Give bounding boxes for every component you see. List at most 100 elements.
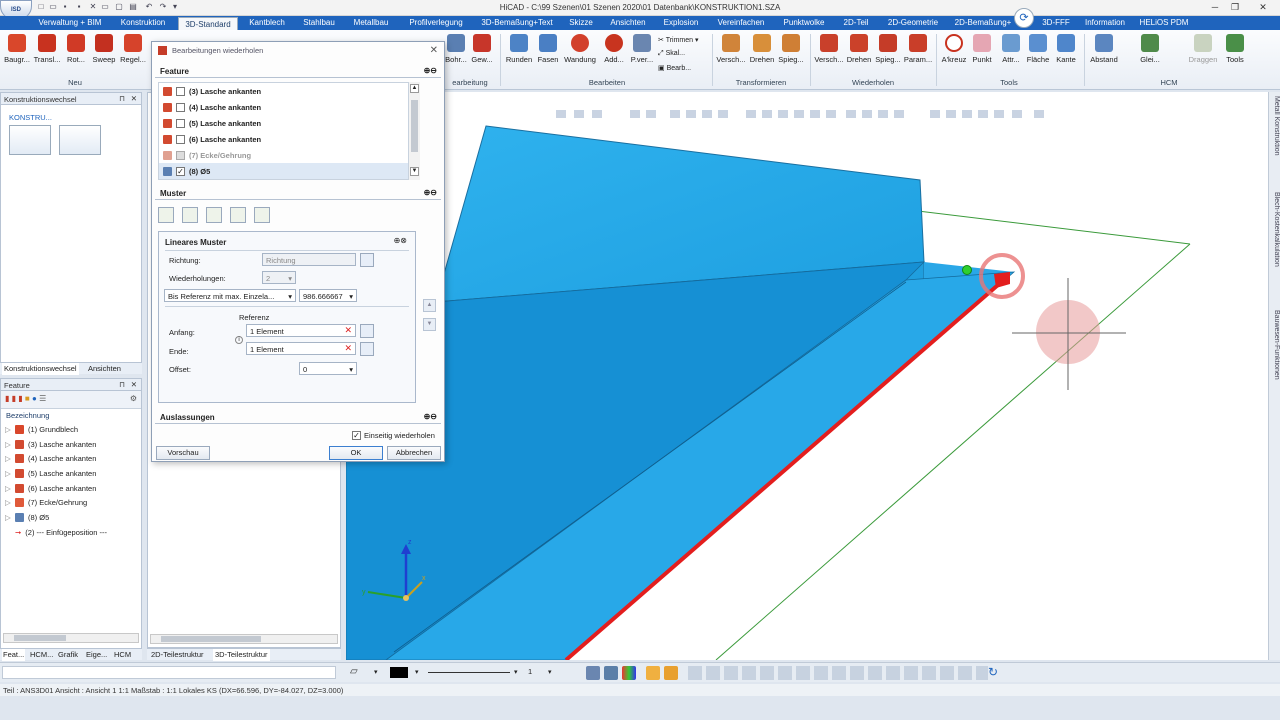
feature-tool-icon-4[interactable]: ■ [25,394,30,403]
scroll-down-icon[interactable]: ▼ [410,167,419,176]
transform-drehen-button[interactable]: Drehen [748,34,776,80]
dialog-feature-row-3[interactable]: (3) Lasche ankanten [159,83,419,99]
feature-list-scrollbar[interactable]: ▲ ▼ [408,82,420,180]
side-tab-metall-konstruktion[interactable]: Metall Konstruktion [1270,96,1280,156]
layer-tool-icon[interactable] [664,666,678,680]
pattern-circular-icon[interactable] [206,207,222,223]
command-input[interactable] [2,666,336,679]
tab-ansichten-panel[interactable]: Ansichten [88,363,121,375]
undo-icon[interactable]: ↶ [144,2,154,12]
open-icon[interactable]: ▭ [48,2,58,12]
tab-3d-bemassung-text[interactable]: 3D-Bemaßung+Text [476,16,558,30]
line-width-dropdown-icon[interactable]: ▾ [548,668,552,676]
tab-profilverlegung[interactable]: Profilverlegung [400,16,472,30]
tab-hcm-2[interactable]: HCM [114,649,131,661]
gewinde-button[interactable]: Gew... [470,34,494,80]
tab-konstruktion[interactable]: Konstruktion [112,16,174,30]
side-tab-blech-kostenkalkulation[interactable]: Blech-Kostenkalkulation [1270,192,1280,267]
auslassungen-expand-icon[interactable]: ⊕⊖ [424,412,437,421]
achsenkreuz-button[interactable]: A'kreuz [940,34,968,80]
pattern-rectangular-icon[interactable] [182,207,198,223]
ok-button[interactable]: OK [329,446,383,460]
line-style-preview[interactable] [428,672,510,673]
save-all-icon[interactable]: ▪ [74,2,84,12]
tab-verwaltung-bim[interactable]: Verwaltung + BIM [32,16,108,30]
fasen-button[interactable]: Fasen [535,34,561,80]
help-circle-icon[interactable]: ⟳ [1014,8,1034,28]
tree-label[interactable]: KONSTRU... [9,113,52,122]
offset-dropdown-icon[interactable]: ▾ [349,365,353,374]
repeat-drehen-button[interactable]: Drehen [845,34,873,80]
line-style-dropdown-icon[interactable]: ▾ [514,668,518,676]
tree-row-einfuegeposition[interactable]: ➞ (2) --- Einfügeposition --- [5,525,141,540]
distance-field[interactable]: 986.666667 ▾ [299,289,357,302]
attribute-button[interactable]: Attr... [997,34,1025,80]
auslassungen-section-header[interactable]: Auslassungen ⊕⊖ [155,412,441,424]
snap-toolbar-icons[interactable] [688,666,988,680]
folder-icon[interactable]: ▭ [100,2,110,12]
dialog-close-icon[interactable]: ✕ [430,45,438,56]
einseitig-checkbox-row[interactable]: ✓ Einseitig wiederholen [352,431,435,440]
anfang-clear-icon[interactable]: ✕ [344,325,352,336]
tab-ansichten[interactable]: Ansichten [604,16,652,30]
tab-konstruktionswechsel[interactable]: Konstruktionswechsel [2,363,79,375]
direction-arrow-icon[interactable] [994,272,1010,288]
tab-2d-geometrie[interactable]: 2D-Geometrie [880,16,946,30]
color-swatch[interactable] [390,667,408,678]
tab-2d-bemassung[interactable]: 2D-Bemaßung+ [950,16,1016,30]
minimize-button[interactable]: ─ [1208,2,1222,14]
tab-2d-teilestruktur[interactable]: 2D-Teilestruktur [151,649,204,661]
ende-field[interactable]: 1 Element ✕ [246,342,356,355]
print-icon[interactable]: ▤ [128,2,138,12]
feature-horizontal-scrollbar[interactable] [3,633,139,643]
checkbox-feature-4[interactable] [176,102,185,112]
punktverschiebung-button[interactable]: P.ver... [628,34,656,80]
checkbox-feature-6[interactable] [176,134,185,144]
tree-row-bohrung-5[interactable]: ▷ (8) Ø5 [5,510,141,525]
model-view[interactable]: z y x [346,92,1268,660]
tree-row-ecke-gehrung[interactable]: ▷ (7) Ecke/Gehrung [5,495,141,510]
tab-3d-teilestruktur[interactable]: 3D-Teilestruktur [213,649,270,661]
feature-close-icon[interactable]: ✕ [131,380,137,389]
shape-dropdown-icon[interactable]: ▾ [374,668,378,676]
feature-tool-icon-1[interactable]: ▮ [5,394,9,403]
close-button[interactable]: ✕ [1256,2,1270,14]
line-width-value[interactable]: 1 [528,667,532,676]
abbrechen-button[interactable]: Abbrechen [387,446,441,460]
new-icon[interactable]: □ [36,2,46,12]
bearbeiten-button[interactable]: ▣ Bearb... [658,64,691,72]
tree-row-grundblech[interactable]: ▷ (1) Grundblech [5,422,141,437]
bohrung-button[interactable]: Bohr... [444,34,468,80]
tab-grafik[interactable]: Grafik [58,649,78,661]
settings-icon[interactable]: ⚙ [130,394,137,403]
dialog-feature-row-8[interactable]: ✓ (8) Ø5 [159,163,419,179]
tab-punktwolke[interactable]: Punktwolke [776,16,832,30]
side-tab-bauwesen-funktionen[interactable]: Bauwesen-Funktionen [1270,310,1280,380]
move-down-icon[interactable]: ▼ [423,318,436,331]
punkt-button[interactable]: Punkt [968,34,996,80]
feature-section-header[interactable]: Feature ⊕⊖ [155,66,441,78]
pattern-linear-icon[interactable] [158,207,174,223]
dialog-feature-row-5[interactable]: (5) Lasche ankanten [159,115,419,131]
refresh-icon[interactable]: ↻ [988,665,998,679]
tab-eigenschaften[interactable]: Eige... [86,649,107,661]
tree-row-lasche-3[interactable]: ▷ (3) Lasche ankanten [5,437,141,452]
pattern-curve-icon[interactable] [230,207,246,223]
hcm-tools-button[interactable]: Tools [1222,34,1248,80]
scroll-thumb[interactable] [411,100,418,152]
quick-access-dropdown-icon[interactable]: ▾ [170,2,180,12]
muster-section-collapse-icon[interactable]: ⊕⊖ [424,188,437,197]
feature-tool-icon-2[interactable]: ▮ [12,394,16,403]
shape-tool-icon[interactable]: ▱ [350,666,368,679]
green-point-marker[interactable] [962,265,972,275]
tool-icon-2[interactable] [604,666,618,680]
3d-viewport[interactable]: z y x [346,92,1268,660]
tab-kantblech[interactable]: Kantblech [242,16,292,30]
panel-close-icon[interactable]: ✕ [131,94,137,103]
tab-hcm-1[interactable]: HCM... [30,649,53,661]
offset-field[interactable]: 0 ▾ [299,362,357,375]
close-file-icon[interactable]: ✕ [88,2,98,12]
feature-tool-icon-5[interactable]: ● [32,394,37,403]
dialog-feature-row-4[interactable]: (4) Lasche ankanten [159,99,419,115]
tool-icon-1[interactable] [586,666,600,680]
